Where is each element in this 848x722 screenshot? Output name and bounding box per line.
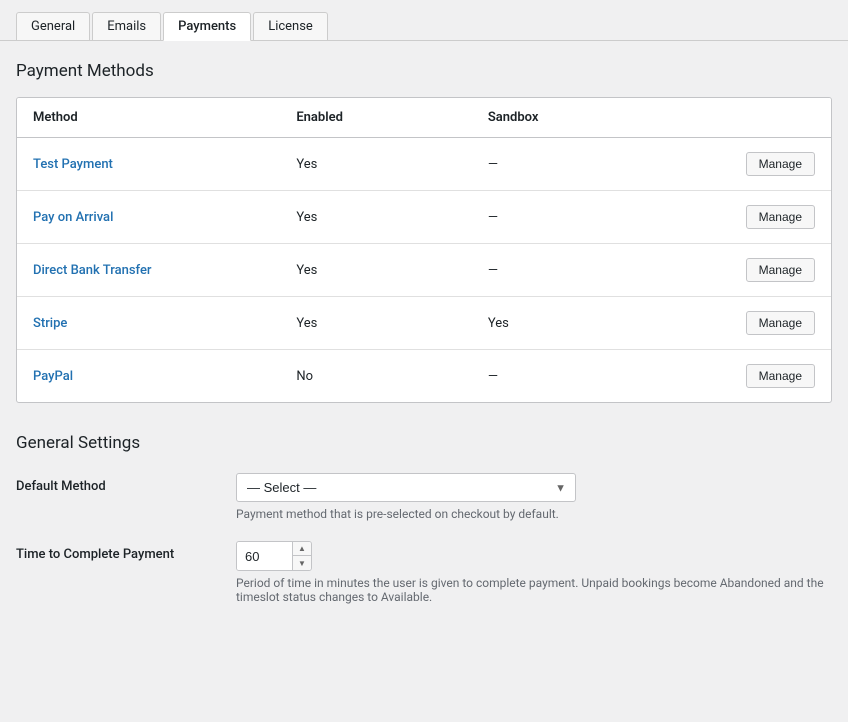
- default-method-row: Default Method — Select — Test Payment P…: [16, 473, 832, 521]
- manage-button-paypal[interactable]: Manage: [746, 364, 815, 388]
- table-header-row: Method Enabled Sandbox: [17, 98, 831, 138]
- time-to-complete-row: Time to Complete Payment ▲ ▼ Period of t…: [16, 541, 832, 604]
- payment-methods-title: Payment Methods: [16, 61, 832, 81]
- enabled-cell: Yes: [280, 191, 472, 244]
- manage-button-pay-on-arrival[interactable]: Manage: [746, 205, 815, 229]
- main-content: Payment Methods Method Enabled Sandbox T: [0, 41, 848, 644]
- tab-license[interactable]: License: [253, 12, 328, 40]
- sandbox-cell: —: [472, 350, 687, 403]
- time-to-complete-input-wrapper: ▲ ▼: [236, 541, 312, 571]
- default-method-select-wrapper: — Select — Test Payment Pay on Arrival D…: [236, 473, 576, 502]
- col-header-sandbox: Sandbox: [472, 98, 687, 138]
- sandbox-cell: —: [472, 244, 687, 297]
- spinner-buttons: ▲ ▼: [292, 542, 311, 570]
- action-cell: Manage: [687, 350, 831, 403]
- default-method-select[interactable]: — Select — Test Payment Pay on Arrival D…: [236, 473, 576, 502]
- tab-emails[interactable]: Emails: [92, 12, 161, 40]
- action-cell: Manage: [687, 138, 831, 191]
- tabs-bar: General Emails Payments License: [0, 0, 848, 41]
- default-method-label: Default Method: [16, 473, 236, 494]
- sandbox-cell: —: [472, 191, 687, 244]
- method-link-test-payment[interactable]: Test Payment: [33, 157, 113, 172]
- enabled-cell: Yes: [280, 138, 472, 191]
- method-cell: Direct Bank Transfer: [17, 244, 280, 297]
- table-row: Pay on Arrival Yes — Manage: [17, 191, 831, 244]
- tab-general[interactable]: General: [16, 12, 90, 40]
- table-row: Test Payment Yes — Manage: [17, 138, 831, 191]
- method-link-pay-on-arrival[interactable]: Pay on Arrival: [33, 210, 113, 225]
- table-row: Stripe Yes Yes Manage: [17, 297, 831, 350]
- default-method-description: Payment method that is pre-selected on c…: [236, 507, 832, 521]
- col-header-action: [687, 98, 831, 138]
- payment-methods-table-container: Method Enabled Sandbox Test Payment Yes …: [16, 97, 832, 403]
- enabled-cell: Yes: [280, 244, 472, 297]
- manage-button-stripe[interactable]: Manage: [746, 311, 815, 335]
- enabled-cell: No: [280, 350, 472, 403]
- page-wrapper: General Emails Payments License Payment …: [0, 0, 848, 644]
- manage-button-test-payment[interactable]: Manage: [746, 152, 815, 176]
- time-to-complete-control: ▲ ▼ Period of time in minutes the user i…: [236, 541, 832, 604]
- method-cell: Pay on Arrival: [17, 191, 280, 244]
- method-cell: PayPal: [17, 350, 280, 403]
- sandbox-cell: —: [472, 138, 687, 191]
- col-header-enabled: Enabled: [280, 98, 472, 138]
- method-link-paypal[interactable]: PayPal: [33, 369, 73, 384]
- default-method-control: — Select — Test Payment Pay on Arrival D…: [236, 473, 832, 521]
- spinner-down-button[interactable]: ▼: [293, 556, 311, 570]
- sandbox-cell: Yes: [472, 297, 687, 350]
- time-to-complete-input[interactable]: [237, 542, 292, 570]
- table-row: Direct Bank Transfer Yes — Manage: [17, 244, 831, 297]
- table-row: PayPal No — Manage: [17, 350, 831, 403]
- enabled-cell: Yes: [280, 297, 472, 350]
- payments-table: Method Enabled Sandbox Test Payment Yes …: [17, 98, 831, 402]
- tab-payments[interactable]: Payments: [163, 12, 251, 41]
- method-cell: Test Payment: [17, 138, 280, 191]
- method-link-direct-bank-transfer[interactable]: Direct Bank Transfer: [33, 263, 152, 278]
- method-cell: Stripe: [17, 297, 280, 350]
- action-cell: Manage: [687, 244, 831, 297]
- spinner-up-button[interactable]: ▲: [293, 542, 311, 556]
- time-to-complete-description: Period of time in minutes the user is gi…: [236, 576, 832, 604]
- manage-button-direct-bank-transfer[interactable]: Manage: [746, 258, 815, 282]
- method-link-stripe[interactable]: Stripe: [33, 316, 67, 331]
- action-cell: Manage: [687, 191, 831, 244]
- general-settings-title: General Settings: [16, 433, 832, 453]
- time-to-complete-label: Time to Complete Payment: [16, 541, 236, 562]
- col-header-method: Method: [17, 98, 280, 138]
- action-cell: Manage: [687, 297, 831, 350]
